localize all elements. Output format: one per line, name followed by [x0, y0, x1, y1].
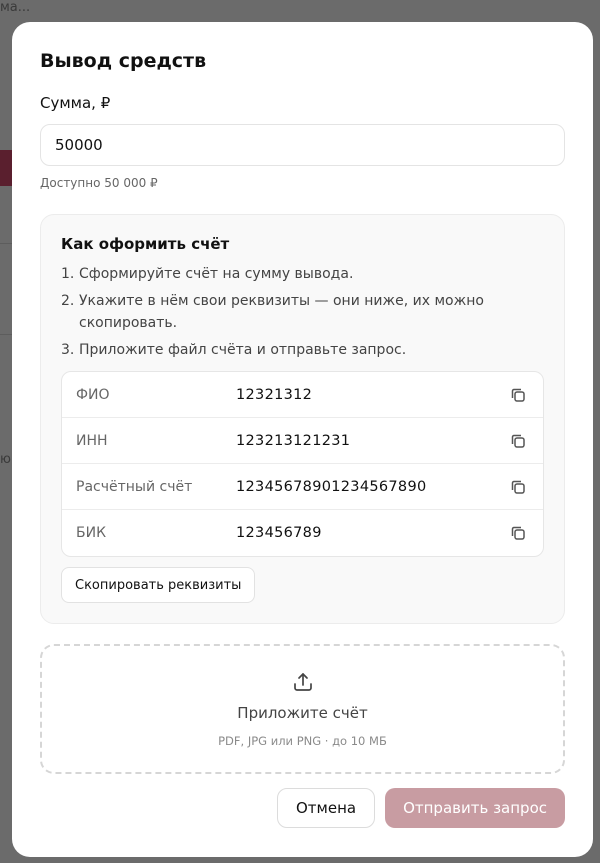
background-divider: [0, 334, 12, 335]
requisite-value: 12345678901234567890: [236, 478, 427, 495]
amount-input[interactable]: [40, 124, 565, 166]
requisite-row-fio: ФИО 12321312: [62, 372, 543, 418]
available-balance: Доступно 50 000 ₽: [40, 176, 158, 190]
copy-icon: [511, 388, 525, 402]
cancel-button[interactable]: Отмена: [276, 788, 376, 828]
copy-account-button[interactable]: [507, 476, 529, 498]
copy-fio-button[interactable]: [507, 384, 529, 406]
background-divider: [0, 243, 12, 244]
requisite-label: БИК: [76, 525, 107, 541]
requisite-row-inn: ИНН 123213121231: [62, 418, 543, 464]
requisite-label: ФИО: [76, 386, 110, 403]
instructions-title: Как оформить счёт: [61, 235, 230, 253]
requisite-row-bik: БИК 123456789: [62, 510, 543, 556]
upload-title: Приложите счёт: [237, 704, 368, 722]
requisite-row-account: Расчётный счёт 12345678901234567890: [62, 464, 543, 510]
background-text: ю: [0, 452, 11, 467]
upload-hint: PDF, JPG или PNG · до 10 МБ: [218, 734, 387, 748]
steps-list: 1. Сформируйте счёт на сумму вывода. 2. Ук…: [61, 263, 544, 361]
step-item: 3. Приложите файл счёта и отправьте запро…: [61, 342, 407, 358]
step-item: 1. Сформируйте счёт на сумму вывода.: [61, 266, 354, 282]
copy-icon: [511, 480, 525, 494]
background-accent-block: [0, 150, 12, 186]
copy-inn-button[interactable]: [507, 430, 529, 452]
copy-icon: [511, 526, 525, 540]
modal-actions: Отмена Отправить запрос: [276, 788, 565, 828]
requisite-value: 12321312: [236, 386, 313, 403]
invoice-upload-dropzone[interactable]: Приложите счёт PDF, JPG или PNG · до 10 …: [40, 644, 565, 774]
copy-bik-button[interactable]: [507, 522, 529, 544]
copy-icon: [511, 434, 525, 448]
requisite-label: ИНН: [76, 432, 108, 449]
background-text: ма...: [0, 0, 31, 15]
requisite-value: 123213121231: [236, 432, 351, 449]
withdraw-modal: Вывод средств Сумма, ₽ Доступно 50 000 ₽…: [12, 22, 593, 857]
submit-request-button[interactable]: Отправить запрос: [385, 788, 565, 828]
copy-requisites-button[interactable]: Скопировать реквизиты: [61, 567, 256, 603]
step-item: 2. Укажите в нём свои реквизиты — они ниж…: [61, 293, 484, 331]
amount-label: Сумма, ₽: [40, 94, 111, 112]
invoice-instructions: Как оформить счёт 1. Сформируйте счёт на …: [40, 214, 565, 624]
upload-icon: [293, 673, 312, 691]
requisite-value: 123456789: [236, 525, 322, 541]
modal-title: Вывод средств: [40, 50, 207, 72]
requisites-table: ФИО 12321312 ИНН 123213121231 Расчётный …: [61, 371, 544, 557]
requisite-label: Расчётный счёт: [76, 478, 193, 495]
